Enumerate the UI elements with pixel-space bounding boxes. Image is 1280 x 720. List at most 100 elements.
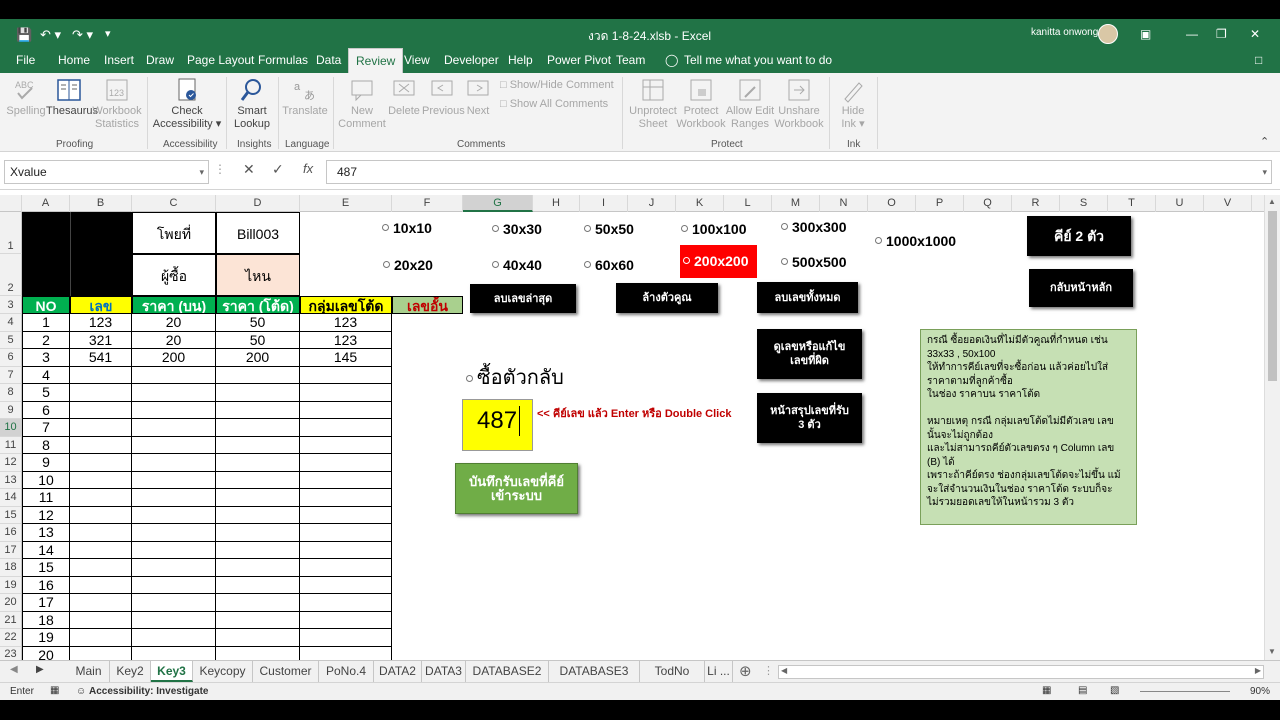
- zoom-slider[interactable]: [1140, 691, 1230, 692]
- row-number-cell[interactable]: [70, 366, 132, 384]
- row-tod-group-cell[interactable]: [300, 436, 392, 454]
- add-sheet-icon[interactable]: ⊕: [739, 662, 752, 680]
- col-header[interactable]: T: [1108, 195, 1156, 212]
- tab-developer[interactable]: Developer: [437, 48, 506, 73]
- number-input-cell[interactable]: 487: [462, 399, 533, 451]
- redo-icon[interactable]: ↷ ▾: [72, 27, 93, 43]
- sheet-tab[interactable]: PoNo.4: [319, 661, 374, 682]
- option-500x500[interactable]: 500x500: [781, 254, 847, 270]
- workbook-statistics-button[interactable]: 123 Workbook Statistics: [92, 77, 142, 131]
- customize-qat-icon[interactable]: ▾: [105, 27, 111, 40]
- row-header[interactable]: 11: [0, 436, 22, 454]
- row-number-cell[interactable]: [70, 629, 132, 647]
- scroll-right-icon[interactable]: ▶: [1255, 666, 1261, 675]
- row-price-top-cell[interactable]: [132, 629, 216, 647]
- sheet-tab[interactable]: Keycopy: [193, 661, 253, 682]
- row-tod-group-cell[interactable]: [300, 454, 392, 472]
- protect-workbook-button[interactable]: Protect Workbook: [676, 77, 726, 131]
- row-price-top-cell[interactable]: [132, 611, 216, 629]
- prev-sheet-icon[interactable]: ◀: [10, 664, 18, 675]
- col-header[interactable]: S: [1060, 195, 1108, 212]
- expand-formula-bar-icon[interactable]: ▾: [1262, 161, 1267, 183]
- previous-comment-button[interactable]: Previous: [422, 77, 465, 118]
- show-hide-comment-button[interactable]: □ Show/Hide Comment: [500, 79, 620, 92]
- row-number-cell[interactable]: [70, 384, 132, 402]
- collapse-ribbon-icon[interactable]: ⌃: [1260, 135, 1269, 148]
- row-price-top-cell[interactable]: [132, 471, 216, 489]
- option-50x50[interactable]: 50x50: [584, 221, 634, 237]
- row-price-top-cell[interactable]: 200: [132, 349, 216, 367]
- row-price-top-cell[interactable]: [132, 384, 216, 402]
- row-header[interactable]: 20: [0, 594, 22, 612]
- row-header[interactable]: 15: [0, 506, 22, 524]
- row-header[interactable]: 12: [0, 454, 22, 472]
- row-no-cell[interactable]: 19: [22, 629, 70, 647]
- scroll-up-icon[interactable]: ▲: [1268, 197, 1276, 206]
- minimize-icon[interactable]: —: [1186, 27, 1198, 41]
- row-no-cell[interactable]: 13: [22, 524, 70, 542]
- view-edit-button[interactable]: ดูเลขหรือแก้ไข เลขที่ผิด: [757, 329, 862, 379]
- row-price-top-cell[interactable]: [132, 366, 216, 384]
- row-no-cell[interactable]: 17: [22, 594, 70, 612]
- back-to-main-button[interactable]: กลับหน้าหลัก: [1029, 269, 1133, 307]
- row-no-cell[interactable]: 10: [22, 471, 70, 489]
- row-no-cell[interactable]: 15: [22, 559, 70, 577]
- row-no-cell[interactable]: 18: [22, 611, 70, 629]
- zoom-level[interactable]: 90%: [1250, 686, 1270, 697]
- row-number-cell[interactable]: [70, 454, 132, 472]
- row-tod-group-cell[interactable]: [300, 611, 392, 629]
- row-price-top-cell[interactable]: [132, 594, 216, 612]
- row-no-cell[interactable]: 11: [22, 489, 70, 507]
- row-price-tod-cell[interactable]: [216, 384, 300, 402]
- row-no-cell[interactable]: 2: [22, 331, 70, 349]
- row-tod-group-cell[interactable]: [300, 559, 392, 577]
- row-no-cell[interactable]: 16: [22, 576, 70, 594]
- show-all-comments-button[interactable]: □ Show All Comments: [500, 98, 620, 111]
- row-no-cell[interactable]: 5: [22, 384, 70, 402]
- row-number-cell[interactable]: 321: [70, 331, 132, 349]
- row-number-cell[interactable]: [70, 646, 132, 660]
- ribbon-display-icon[interactable]: ▣: [1140, 27, 1151, 41]
- row-tod-group-cell[interactable]: [300, 629, 392, 647]
- comments-icon[interactable]: □: [1248, 48, 1269, 73]
- delete-all-button[interactable]: ลบเลขทั้งหมด: [757, 282, 858, 313]
- normal-view-icon[interactable]: ▦: [1042, 685, 1051, 696]
- row-tod-group-cell[interactable]: [300, 384, 392, 402]
- row-price-tod-cell[interactable]: 50: [216, 331, 300, 349]
- row-price-tod-cell[interactable]: [216, 366, 300, 384]
- sheet-tab[interactable]: DATA2: [374, 661, 422, 682]
- row-price-top-cell[interactable]: [132, 489, 216, 507]
- row-number-cell[interactable]: [70, 576, 132, 594]
- col-header[interactable]: Q: [964, 195, 1012, 212]
- unshare-workbook-button[interactable]: Unshare Workbook: [774, 77, 824, 131]
- col-header[interactable]: G: [463, 195, 533, 212]
- row-number-cell[interactable]: [70, 436, 132, 454]
- row-price-tod-cell[interactable]: [216, 576, 300, 594]
- col-header[interactable]: A: [22, 195, 70, 212]
- row-tod-group-cell[interactable]: [300, 506, 392, 524]
- row-no-cell[interactable]: 3: [22, 349, 70, 367]
- sheet-tab[interactable]: DATABASE3: [549, 661, 640, 682]
- row-header[interactable]: 6: [0, 349, 22, 367]
- row-no-cell[interactable]: 20: [22, 646, 70, 660]
- tab-review[interactable]: Review: [348, 48, 404, 73]
- bill-label-cell[interactable]: โพยที่: [132, 212, 216, 254]
- scroll-down-icon[interactable]: ▼: [1268, 647, 1276, 656]
- col-header[interactable]: I: [580, 195, 628, 212]
- row-header[interactable]: 22: [0, 629, 22, 647]
- sheet-tab[interactable]: TodNo: [640, 661, 705, 682]
- name-box[interactable]: Xvalue ▾: [4, 160, 209, 184]
- tab-power-pivot[interactable]: Power Pivot: [540, 48, 618, 73]
- hide-ink-button[interactable]: Hide Ink ▾: [834, 77, 872, 131]
- col-header[interactable]: U: [1156, 195, 1204, 212]
- row-no-cell[interactable]: 1: [22, 314, 70, 332]
- tab-insert[interactable]: Insert: [97, 48, 141, 73]
- tell-me-box[interactable]: Tell me what you want to do: [677, 48, 839, 73]
- col-header[interactable]: B: [70, 195, 132, 212]
- row-no-cell[interactable]: 7: [22, 419, 70, 437]
- row-no-cell[interactable]: 8: [22, 436, 70, 454]
- sheet-tab[interactable]: DATA3: [422, 661, 466, 682]
- buyer-label-cell[interactable]: ผู้ซื้อ: [132, 254, 216, 296]
- restore-icon[interactable]: ❐: [1216, 27, 1227, 41]
- sheet-tab[interactable]: Key2: [110, 661, 151, 682]
